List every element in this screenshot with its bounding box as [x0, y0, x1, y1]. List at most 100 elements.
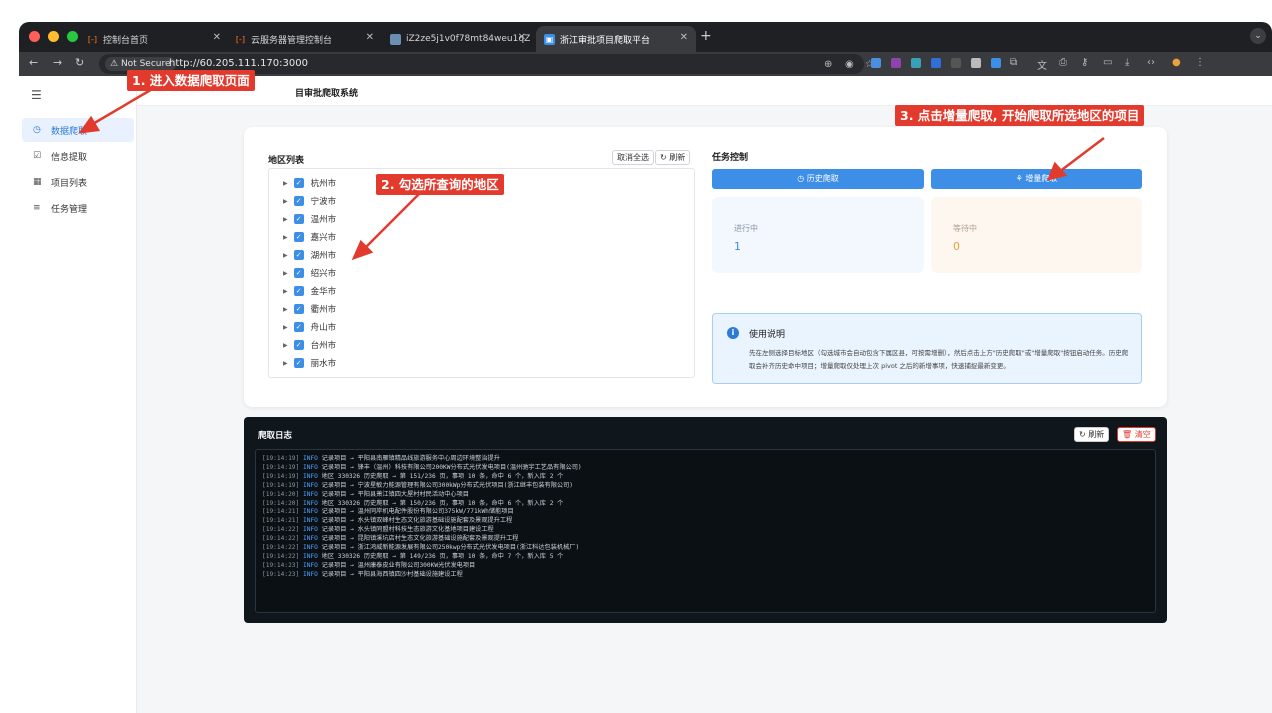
expand-caret-icon[interactable]: ▶ [283, 216, 288, 223]
region-label: 金华市 [310, 287, 337, 297]
sidebar-item-task-manage[interactable]: ≡ 任务管理 [22, 196, 134, 220]
checkbox-checked-icon[interactable]: ✓ [293, 178, 304, 188]
browser-tab-terminal[interactable]: iZ2ze5j1v0f78mt84weu1qZ · ✕ [382, 26, 534, 52]
checkbox-checked-icon[interactable]: ✓ [293, 214, 304, 224]
extension-icon[interactable] [951, 58, 961, 68]
print-icon[interactable]: ⎙ [1059, 57, 1067, 68]
log-line: [19:14:19] INFO 记录项目 → 平阳县南雁镇精品线旅游服务中心周边… [262, 453, 500, 462]
sidebar-item-info-extract[interactable]: ☑ 信息提取 [22, 144, 134, 168]
sidebar-item-project-list[interactable]: ▦ 项目列表 [22, 170, 134, 194]
collapse-menu-icon[interactable]: ☰ [31, 88, 42, 102]
close-tab-icon[interactable]: ✕ [213, 32, 221, 43]
expand-caret-icon[interactable]: ▶ [283, 306, 288, 313]
expand-caret-icon[interactable]: ▶ [283, 270, 288, 277]
region-list-title: 地区列表 [268, 156, 305, 166]
sidebar-item-data-crawl[interactable]: ◷ 数据爬取 [22, 118, 134, 142]
expand-caret-icon[interactable]: ▶ [283, 252, 288, 259]
terminal-icon [390, 33, 401, 45]
tab-search-button[interactable]: ⌄ [1250, 28, 1266, 44]
log-refresh-button[interactable]: ↻ 刷新 [1074, 427, 1110, 442]
region-item[interactable]: ▶ ✓ 台州市 [283, 338, 336, 352]
system-title: 目审批爬取系统 [295, 89, 359, 99]
camera-extension-icon[interactable] [971, 58, 981, 68]
expand-caret-icon[interactable]: ▶ [283, 198, 288, 205]
log-line: [19:14:21] INFO 记录项目 → 温州同岸机电配件股份有限公司375… [262, 506, 514, 515]
log-clear-button[interactable]: 🗑 清空 [1117, 427, 1156, 442]
sidebar-item-label: 项目列表 [51, 178, 88, 189]
translate-icon[interactable]: 文 [1037, 57, 1047, 72]
log-line: [19:14:22] INFO 记录项目 → 昆阳镇溪坑店村生态文化旅游基础设施… [262, 533, 518, 542]
url-text[interactable]: http://60.205.111.170:3000 [169, 58, 308, 69]
security-indicator[interactable]: ⚠ Not Secure [105, 57, 176, 71]
checkbox-checked-icon[interactable]: ✓ [293, 196, 304, 206]
list-icon: ≡ [33, 203, 41, 213]
checkbox-checked-icon[interactable]: ✓ [293, 250, 304, 260]
checkbox-checked-icon[interactable]: ✓ [293, 340, 304, 350]
expand-caret-icon[interactable]: ▶ [283, 360, 288, 367]
eye-off-icon[interactable]: ◉ [845, 59, 854, 70]
expand-caret-icon[interactable]: ▶ [283, 234, 288, 241]
checkbox-checked-icon[interactable]: ✓ [293, 286, 304, 296]
log-line: [19:14:22] INFO 地区 330326 历史爬取 → 第 149/2… [262, 551, 563, 560]
browser-tab-server-console[interactable]: [-] 云服务器管理控制台 ✕ [227, 26, 382, 52]
expand-caret-icon[interactable]: ▶ [283, 324, 288, 331]
extension-icon[interactable] [911, 58, 921, 68]
log-line: [19:14:20] INFO 地区 330326 历史爬取 → 第 150/2… [262, 498, 563, 507]
code-icon[interactable]: ‹› [1147, 57, 1155, 68]
key-icon[interactable]: ⚷ [1081, 57, 1088, 68]
browser-tab-console-home[interactable]: [-] 控制台首页 ✕ [79, 26, 229, 52]
deselect-all-button[interactable]: 取消全选 [612, 150, 654, 165]
region-item[interactable]: ▶ ✓ 衢州市 [283, 302, 336, 316]
waiting-value: 0 [953, 240, 960, 253]
profile-avatar-icon[interactable]: ● [1172, 57, 1181, 68]
expand-caret-icon[interactable]: ▶ [283, 180, 288, 187]
region-item[interactable]: ▶ ✓ 金华市 [283, 284, 336, 298]
region-item[interactable]: ▶ ✓ 丽水市 [283, 356, 336, 370]
puzzle-icon[interactable]: ⧉ [1010, 57, 1017, 68]
translate-extension-icon[interactable] [871, 58, 881, 68]
close-tab-icon[interactable]: ✕ [518, 32, 526, 43]
log-line: [19:14:23] INFO 记录项目 → 温州康泰皮业有限公司300KW光伏… [262, 560, 475, 569]
log-output[interactable]: [19:14:19] INFO 记录项目 → 平阳县南雁镇精品线旅游服务中心周边… [255, 449, 1156, 613]
region-refresh-button[interactable]: ↻ 刷新 [655, 150, 691, 165]
close-tab-icon[interactable]: ✕ [680, 32, 688, 43]
checkbox-checked-icon[interactable]: ✓ [293, 304, 304, 314]
top-header: 目审批爬取系统 [137, 76, 1272, 106]
checkbox-checked-icon[interactable]: ✓ [293, 268, 304, 278]
extension-icon[interactable] [991, 58, 1001, 68]
close-window-button[interactable] [29, 31, 40, 42]
maximize-window-button[interactable] [67, 31, 78, 42]
minimize-window-button[interactable] [48, 31, 59, 42]
extension-icon[interactable] [891, 58, 901, 68]
region-item[interactable]: ▶ ✓ 绍兴市 [283, 266, 336, 280]
sidebar-icon[interactable]: ▭ [1103, 57, 1112, 68]
region-item[interactable]: ▶ ✓ 杭州市 [283, 176, 336, 190]
usage-title: 使用说明 [749, 330, 786, 340]
new-tab-button[interactable]: + [700, 28, 712, 44]
expand-caret-icon[interactable]: ▶ [283, 288, 288, 295]
expand-caret-icon[interactable]: ▶ [283, 342, 288, 349]
region-item[interactable]: ▶ ✓ 温州市 [283, 212, 336, 226]
region-item[interactable]: ▶ ✓ 嘉兴市 [283, 230, 336, 244]
incremental-crawl-button[interactable]: ⚘ 增量爬取 [931, 169, 1142, 189]
more-menu-icon[interactable]: ⋮ [1195, 57, 1205, 68]
refresh-icon: ↻ [1079, 430, 1089, 439]
region-label: 衢州市 [310, 305, 337, 315]
checkbox-checked-icon[interactable]: ✓ [293, 358, 304, 368]
region-item[interactable]: ▶ ✓ 宁波市 [283, 194, 336, 208]
history-crawl-button[interactable]: ◷ 历史爬取 [712, 169, 924, 189]
checkbox-checked-icon[interactable]: ✓ [293, 322, 304, 332]
checkbox-checked-icon[interactable]: ✓ [293, 232, 304, 242]
browser-tab-crawler-platform[interactable]: ▣ 浙江审批项目爬取平台 ✕ [536, 26, 696, 52]
zoom-icon[interactable]: ⊕ [824, 59, 832, 70]
close-tab-icon[interactable]: ✕ [366, 32, 374, 43]
back-icon[interactable]: ← [29, 56, 38, 69]
info-icon: i [727, 327, 739, 339]
download-icon[interactable]: ⤓ [1125, 57, 1129, 68]
region-item[interactable]: ▶ ✓ 舟山市 [283, 320, 336, 334]
reload-icon[interactable]: ↻ [75, 56, 84, 69]
extension-icon[interactable] [931, 58, 941, 68]
clock-icon: ◷ [33, 125, 41, 135]
forward-icon[interactable]: → [53, 56, 62, 69]
region-item[interactable]: ▶ ✓ 湖州市 [283, 248, 336, 262]
